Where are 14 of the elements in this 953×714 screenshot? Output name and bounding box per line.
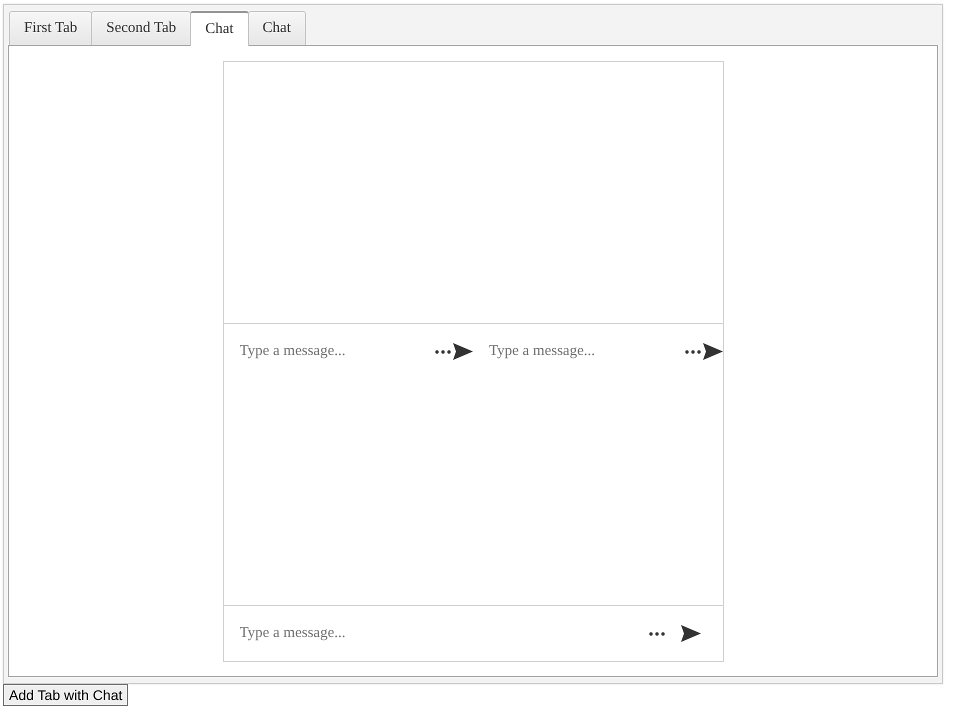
add-tab-button[interactable]: Add Tab with Chat [3,684,128,706]
more-icon[interactable] [435,350,451,354]
send-icon[interactable] [702,343,722,360]
tab[interactable]: First Tab [9,11,92,45]
send-icon[interactable] [680,625,700,642]
tab[interactable]: Second Tab [91,11,192,45]
message-input[interactable]: Type a message... [473,336,684,366]
tab[interactable]: Chat [248,11,306,45]
message-input[interactable]: Type a message... [224,336,435,366]
message-input[interactable]: Type a message... [224,618,648,648]
more-icon[interactable] [648,632,664,636]
send-icon[interactable] [453,343,473,360]
tab[interactable]: Chat [190,11,249,46]
more-icon[interactable] [684,350,700,354]
